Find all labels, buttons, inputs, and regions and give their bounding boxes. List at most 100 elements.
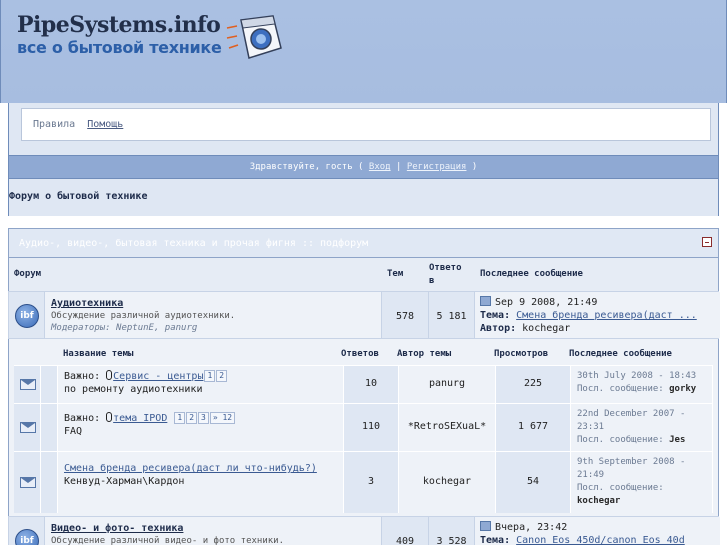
category-header: Аудио-, видео-, бытовая техника и прочая… bbox=[8, 228, 719, 258]
envelope-icon bbox=[20, 477, 36, 488]
topic-author[interactable]: *RetroSEXuaL* bbox=[399, 404, 496, 451]
topic-icon-cell bbox=[14, 452, 41, 513]
ibf-forum-icon: ibf bbox=[15, 304, 39, 328]
topic-last-post: 30th July 2008 - 18:43 Посл. сообщение: … bbox=[571, 366, 713, 403]
breadcrumb-area: Форум о бытовой технике bbox=[8, 179, 719, 216]
forum-main-cell: Видео- и фото- техника Обсуждение различ… bbox=[45, 517, 381, 545]
forum-last-post: Sep 9 2008, 21:49 Тема: Смена бренда рес… bbox=[474, 292, 720, 338]
topic-last-post: 22nd December 2007 - 23:31 Посл. сообщен… bbox=[571, 404, 713, 451]
topic-last-date: 30th July 2008 - 18:43 bbox=[577, 371, 697, 381]
last-post-date: Вчера, 23:42 bbox=[495, 522, 568, 533]
topic-replies: 10 bbox=[344, 366, 399, 403]
top-links-box: Правила Помощь bbox=[21, 108, 711, 141]
topic-last-date: 22nd December 2007 - 23:31 bbox=[577, 409, 686, 432]
login-link[interactable]: Вход bbox=[369, 162, 391, 172]
ibf-forum-icon: ibf bbox=[15, 529, 39, 545]
last-topic-link[interactable]: Canon Eos 450d/canon Eos 40d bbox=[516, 535, 685, 545]
page-link[interactable]: 2 bbox=[186, 412, 198, 424]
topic-author[interactable]: kochegar bbox=[399, 452, 496, 513]
topic-replies: 3 bbox=[344, 452, 399, 513]
washing-machine-icon bbox=[226, 15, 282, 59]
topic-title[interactable]: Сервис - центры bbox=[113, 371, 203, 382]
page-link[interactable]: 3 bbox=[198, 412, 209, 424]
topic-last-user[interactable]: kochegar bbox=[577, 495, 706, 508]
forum-replies-count: 3 528 bbox=[428, 517, 474, 545]
topic-author[interactable]: panurg bbox=[399, 366, 496, 403]
topic-replies: 110 bbox=[344, 404, 399, 451]
topic-title-cell: Важно: тема IPOD 1 2 3» 12 FAQ bbox=[58, 404, 344, 451]
page-link[interactable]: » 12 bbox=[209, 412, 236, 424]
topic-views: 1 677 bbox=[496, 404, 571, 451]
category-title[interactable]: Аудио-, видео-, бытовая техника и прочая… bbox=[19, 238, 368, 249]
forum-name[interactable]: Видео- и фото- техника bbox=[51, 523, 183, 534]
topic-last-label: Посл. сообщение: bbox=[577, 435, 664, 445]
site-header: PipeSystems.info все о бытовой технике bbox=[0, 0, 727, 103]
rules-link[interactable]: Правила bbox=[33, 119, 75, 130]
last-topic-link[interactable]: Смена бренда ресивера(даст ... bbox=[516, 310, 697, 321]
topic-description: по ремонту аудиотехники bbox=[64, 384, 203, 395]
col-replies: Ответо в bbox=[429, 263, 462, 286]
help-link[interactable]: Помощь bbox=[87, 119, 123, 130]
forum-description: Обсуждение различной аудиотехники. bbox=[51, 311, 236, 321]
col-topic-name: Название темы bbox=[63, 349, 134, 359]
forum-moderators: Модераторы: NeptunE, panurg bbox=[51, 323, 198, 333]
topic-row: Важно: Сервис - центры 1 2 по ремонту ауди… bbox=[14, 365, 713, 403]
topic-row: Важно: тема IPOD 1 2 3» 12 FAQ 110 *RetroS… bbox=[14, 403, 713, 451]
col-topic-last: Последнее сообщение bbox=[569, 349, 672, 359]
topic-prefix: Важно: bbox=[64, 371, 101, 382]
last-post-icon[interactable] bbox=[480, 521, 491, 531]
welcome-text: Здравствуйте, гость ( bbox=[249, 162, 364, 172]
forum-main-cell: Аудиотехника Обсуждение различной аудиот… bbox=[45, 292, 381, 338]
forum-topics-count: 578 bbox=[381, 292, 428, 338]
forum-topics-count: 409 bbox=[381, 517, 428, 545]
collapse-icon[interactable] bbox=[702, 237, 712, 247]
topic-title-cell: Важно: Сервис - центры 1 2 по ремонту ауди… bbox=[58, 366, 344, 403]
forum-row: ibf Видео- и фото- техника Обсуждение ра… bbox=[8, 516, 720, 545]
welcome-suffix: ) bbox=[471, 162, 478, 172]
last-author-name[interactable]: kochegar bbox=[522, 323, 570, 334]
topic-last-label: Посл. сообщение: bbox=[577, 384, 664, 394]
last-topic-label: Тема: bbox=[480, 310, 511, 321]
spacer bbox=[0, 216, 727, 228]
page-link[interactable]: 1 bbox=[174, 412, 186, 424]
topic-icon-cell bbox=[14, 404, 41, 451]
topic-description: Кенвуд-Харман\Кардон bbox=[64, 476, 185, 487]
topic-title[interactable]: Смена бренда ресивера(даст ли что-нибудь… bbox=[64, 462, 337, 475]
forum-last-post: Вчера, 23:42 Тема: Canon Eos 450d/canon … bbox=[474, 517, 720, 545]
forum-column-headers: Форум Тем Ответо в Последнее сообщение bbox=[8, 258, 719, 291]
topic-last-date: 9th September 2008 - 21:49 bbox=[577, 457, 686, 480]
col-topic-author: Автор темы bbox=[397, 349, 452, 359]
topic-row: Смена бренда ресивера(даст ли что-нибудь… bbox=[14, 451, 713, 513]
topic-last-label: Посл. сообщение: bbox=[577, 483, 664, 493]
topic-marker-cell bbox=[41, 366, 58, 403]
topic-last-user[interactable]: gorky bbox=[669, 384, 696, 394]
forum-row: ibf Аудиотехника Обсуждение различной ау… bbox=[8, 291, 720, 339]
register-link[interactable]: Регистрация bbox=[407, 162, 467, 172]
topic-prefix: Важно: bbox=[64, 413, 101, 424]
envelope-icon bbox=[20, 422, 36, 433]
page-link[interactable]: 2 bbox=[216, 370, 228, 382]
topic-title[interactable]: тема IPOD bbox=[113, 413, 167, 424]
col-topic-replies: Ответов bbox=[341, 349, 379, 359]
last-post-icon[interactable] bbox=[480, 296, 491, 306]
last-topic-label: Тема: bbox=[480, 535, 511, 545]
site-subtitle: все о бытовой технике bbox=[17, 38, 222, 57]
site-title[interactable]: PipeSystems.info bbox=[17, 12, 221, 38]
forum-name[interactable]: Аудиотехника bbox=[51, 298, 123, 309]
welcome-bar: Здравствуйте, гость ( Вход | Регистрация… bbox=[8, 155, 719, 179]
topic-last-user[interactable]: Jes bbox=[669, 435, 685, 445]
forum-description: Обсуждение различной видео- и фото техни… bbox=[51, 536, 284, 545]
forum-replies-count: 5 181 bbox=[428, 292, 474, 338]
col-topics: Тем bbox=[387, 269, 404, 279]
paperclip-icon bbox=[106, 370, 113, 380]
last-post-date: Sep 9 2008, 21:49 bbox=[495, 297, 598, 308]
col-forum: Форум bbox=[14, 269, 42, 279]
topic-marker-cell bbox=[41, 452, 58, 513]
topic-views: 225 bbox=[496, 366, 571, 403]
topic-table: Название темы Ответов Автор темы Просмот… bbox=[8, 339, 719, 516]
top-links-strip: Правила Помощь bbox=[8, 103, 719, 155]
topic-column-headers: Название темы Ответов Автор темы Просмот… bbox=[9, 339, 718, 365]
page-link[interactable]: 1 bbox=[204, 370, 216, 382]
paperclip-icon bbox=[106, 412, 113, 422]
breadcrumb[interactable]: Форум о бытовой технике bbox=[9, 191, 147, 202]
